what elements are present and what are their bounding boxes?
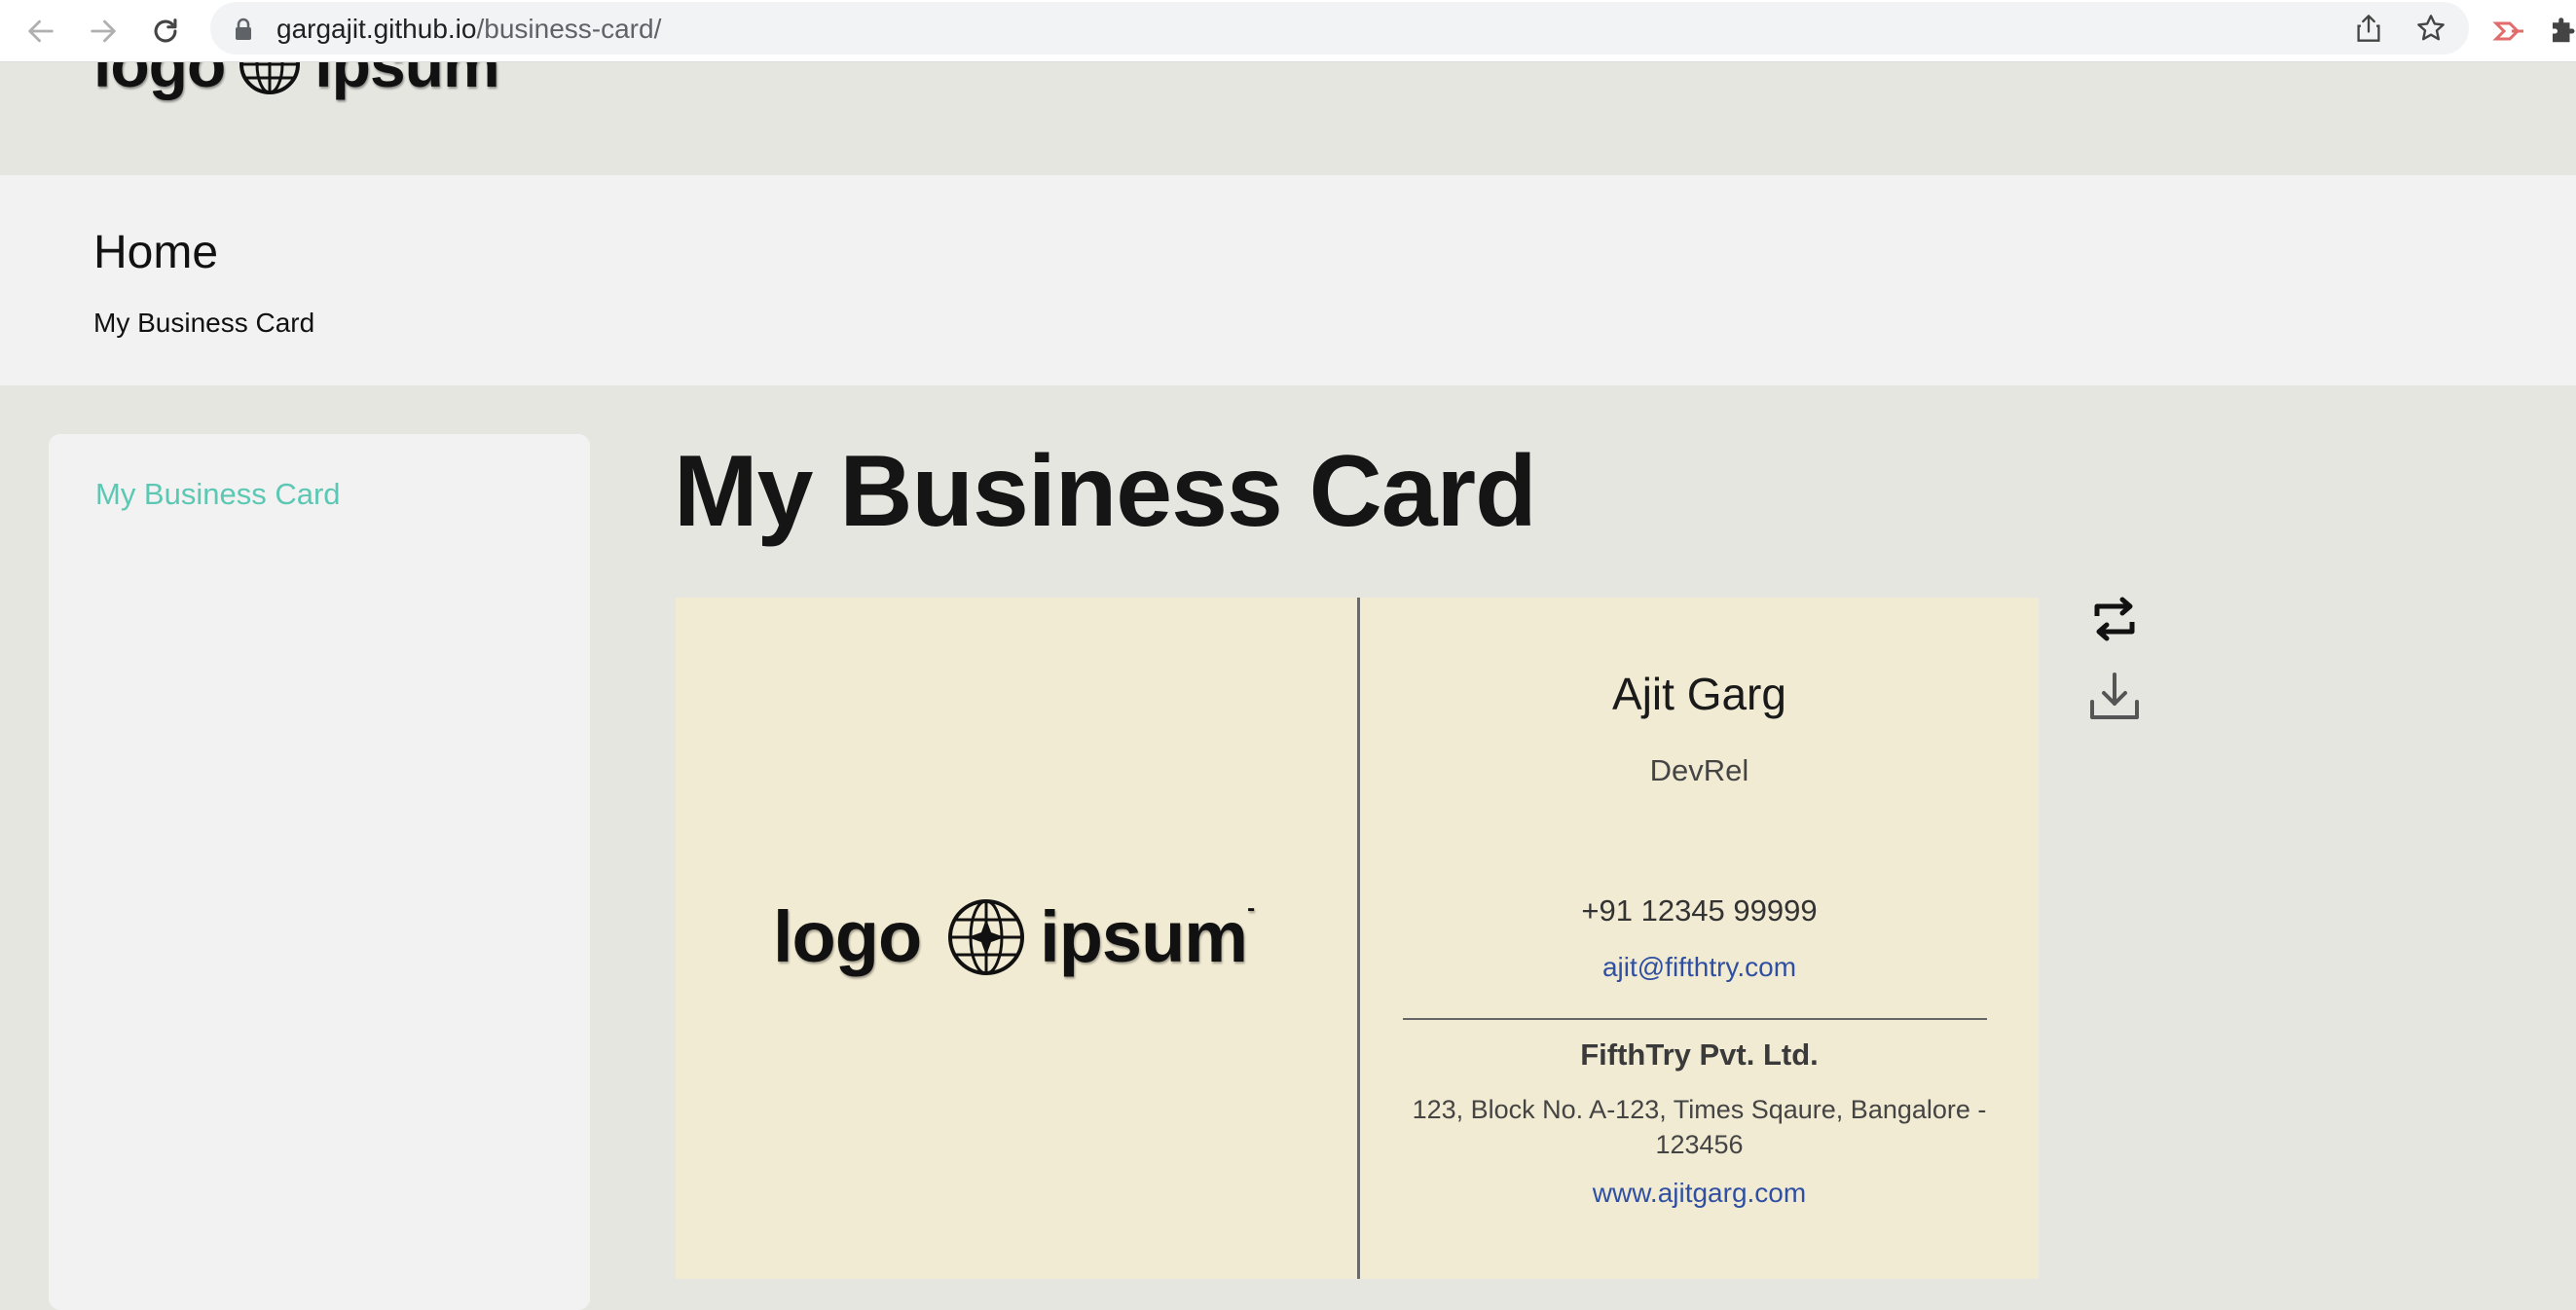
- puzzle-icon: [2553, 18, 2575, 43]
- site-logo[interactable]: logo ipsum: [93, 62, 500, 101]
- breadcrumb-current[interactable]: My Business Card: [93, 308, 314, 339]
- flip-card-button[interactable]: [2085, 590, 2144, 648]
- card-phone: +91 12345 99999: [1581, 893, 1818, 928]
- card-address: 123, Block No. A-123, Times Sqaure, Bang…: [1412, 1095, 1987, 1159]
- back-icon: [28, 19, 54, 43]
- back-button[interactable]: [19, 10, 62, 53]
- card-email-link[interactable]: ajit@fifthtry.com: [1360, 952, 2039, 983]
- card-separator: [1403, 1018, 1987, 1020]
- share-icon: [2357, 15, 2380, 42]
- trademark-mark: -: [1247, 895, 1255, 922]
- breadcrumb-home-link[interactable]: Home: [93, 226, 218, 279]
- card-website-link[interactable]: www.ajitgarg.com: [1360, 1178, 2039, 1209]
- download-icon: [2090, 673, 2139, 719]
- extension-button[interactable]: [2488, 10, 2531, 53]
- extension-icon: [2492, 21, 2523, 41]
- bookmark-star-icon: [2417, 15, 2445, 41]
- card-logo: logo ipsum -: [773, 895, 1255, 978]
- card-name: Ajit Garg: [1612, 669, 1786, 719]
- forward-button[interactable]: [82, 10, 125, 53]
- url-text: gargajit.github.io/business-card/: [276, 14, 661, 45]
- card-logo-word-left: logo: [773, 896, 922, 977]
- card-logo-word-right: ipsum: [1040, 896, 1248, 977]
- card-front-logo-panel: logo ipsum -: [676, 598, 1357, 1279]
- share-button[interactable]: [2352, 12, 2385, 45]
- bookmark-button[interactable]: [2414, 12, 2447, 45]
- extensions-menu-button[interactable]: [2541, 10, 2576, 53]
- forward-icon: [91, 19, 116, 43]
- logo-word-left: logo: [93, 62, 226, 100]
- flip-icon: [2094, 597, 2135, 641]
- logo-word-right: ipsum: [314, 62, 499, 100]
- url-host: gargajit.github.io: [276, 14, 477, 44]
- globe-icon: [239, 62, 301, 94]
- address-bar[interactable]: gargajit.github.io/business-card/: [210, 2, 2469, 55]
- reload-button[interactable]: [144, 10, 187, 53]
- globe-icon: [948, 898, 1025, 975]
- lock-icon: [236, 18, 251, 40]
- reload-icon: [154, 18, 177, 43]
- download-card-button[interactable]: [2085, 668, 2144, 726]
- business-card: logo ipsum - Ajit Garg DevRel +91 12345 …: [676, 598, 2039, 1279]
- card-details-panel: Ajit Garg DevRel +91 12345 99999 ajit@fi…: [1360, 598, 2039, 1279]
- url-path: /business-card/: [476, 14, 662, 44]
- sidebar: My Business Card: [49, 434, 590, 1310]
- sidebar-item-my-business-card[interactable]: My Business Card: [95, 477, 341, 512]
- site-header: logo ipsum: [0, 62, 2576, 175]
- breadcrumb: Home My Business Card: [0, 175, 2576, 385]
- page-title: My Business Card: [674, 435, 1537, 548]
- card-role: DevRel: [1649, 753, 1749, 787]
- browser-toolbar: gargajit.github.io/business-card/: [0, 0, 2576, 62]
- card-company: FifthTry Pvt. Ltd.: [1580, 1037, 1819, 1072]
